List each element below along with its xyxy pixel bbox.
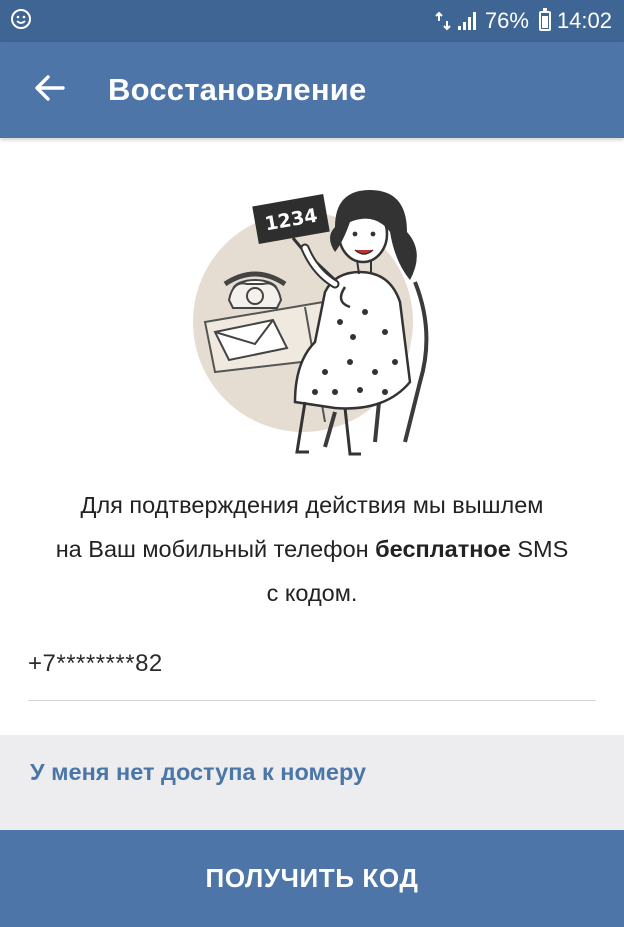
- get-code-button[interactable]: ПОЛУЧИТЬ КОД: [0, 830, 624, 927]
- page-title: Восстановление: [108, 72, 367, 107]
- back-button[interactable]: [0, 42, 100, 138]
- status-left: [10, 8, 32, 35]
- signal-bars-icon: [457, 11, 479, 31]
- description-free-word: бесплатное: [375, 536, 511, 562]
- status-bar: 76% 14:02: [0, 0, 624, 42]
- battery-icon: [538, 8, 551, 31]
- get-code-label: ПОЛУЧИТЬ КОД: [205, 863, 419, 893]
- data-arrows-icon: [435, 11, 451, 31]
- description-line-2-start: на Ваш мобильный телефон: [55, 536, 376, 562]
- description-line-2-end: SMS: [510, 536, 569, 562]
- rotary-phone-icon: [223, 271, 287, 309]
- signal-percent: 76%: [484, 8, 529, 33]
- description-line-2: на Ваш мобильный телефон бесплатное SMS: [20, 527, 604, 571]
- phone-number-field[interactable]: +7********82: [28, 650, 163, 678]
- arrow-left-icon: [35, 74, 65, 106]
- description-line-1: Для подтверждения действия мы вышлем: [80, 492, 544, 518]
- no-access-section: У меня нет доступа к номеру: [0, 735, 624, 830]
- notification-face-icon: [10, 8, 32, 35]
- no-access-link[interactable]: У меня нет доступа к номеру: [30, 759, 366, 786]
- status-right: 76% 14:02: [435, 8, 612, 34]
- description-text: Для подтверждения действия мы вышлем на …: [20, 483, 604, 615]
- app-bar: Восстановление: [0, 42, 624, 138]
- battery-fill: [541, 15, 548, 28]
- description-line-3: с кодом.: [266, 580, 358, 606]
- woman-holding-code-illustration: 1234: [185, 172, 455, 462]
- phone-field-underline: [28, 700, 596, 701]
- status-time: 14:02: [556, 8, 612, 33]
